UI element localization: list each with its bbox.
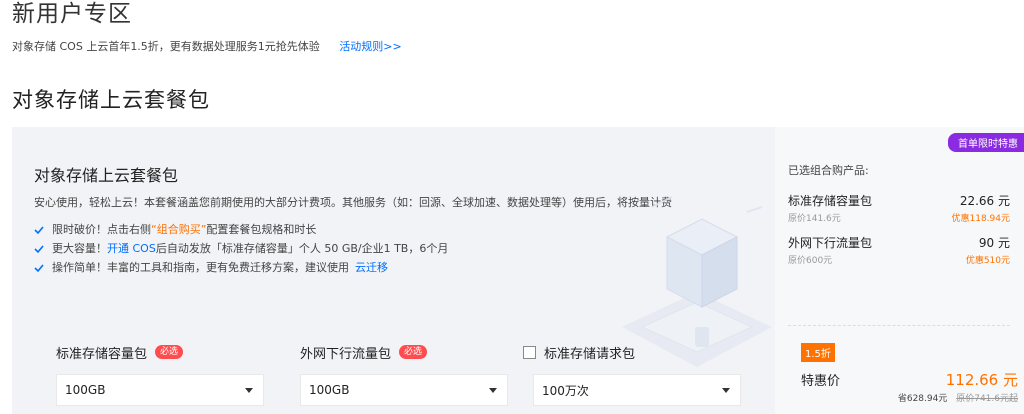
check-icon [34,263,44,272]
activate-cos-link[interactable]: 开通 COS [107,239,156,258]
storage-request-field: 标准存储请求包 100万次 [523,342,741,406]
original-total: 原价741.6元起 [956,394,1018,404]
field-label: 标准存储容量包 必选 [56,342,264,362]
item-price: 22.66 元 [959,193,1010,208]
special-price-label: 特惠价 [801,374,841,389]
field-label-text: 标准存储请求包 [544,346,636,362]
caret-down-icon [245,387,253,393]
discount-badge: 1.5折 [801,343,835,362]
summary-item-main: 外网下行流量包 90 元 [788,233,1010,251]
feature-list: 限时破价！点击右侧 “组合购买” 配置套餐包规格和时长 更大容量！ 开通 COS 后自动… [34,220,448,277]
feature-text: 限时破价！点击右侧 [52,223,151,236]
required-badge: 必选 [155,345,184,359]
first-order-flag: 首单限时特惠 [948,133,1024,152]
select-value: 100万次 [542,383,589,398]
summary-heading: 已选组合购产品: [788,164,869,177]
select-value: 100GB [65,383,106,397]
combo-purchase-link[interactable]: “组合购买” [151,220,206,239]
feature-text: 更大容量！ [52,242,107,255]
feature-text: 后自动发放「标准存储容量」个人 50 GB/企业1 TB，6个月 [155,242,449,255]
activity-rules-link[interactable]: 活动规则>> [339,40,401,53]
field-label: 标准存储请求包 [523,342,741,362]
storage-capacity-field: 标准存储容量包 必选 100GB [56,342,264,406]
section-title: 对象存储上云套餐包 [12,88,210,112]
savings-row: 省628.94元 原价741.6元起 [898,391,1018,404]
storage-capacity-select[interactable]: 100GB [56,374,264,406]
feature-item: 操作简单！丰富的工具和指南，更有免费迁移方案，建议使用 云迁移 [34,258,448,277]
caret-down-icon [489,387,497,393]
required-badge: 必选 [399,345,428,359]
feature-item: 更大容量！ 开通 COS 后自动发放「标准存储容量」个人 50 GB/企业1 TB，… [34,239,448,258]
summary-item: 标准存储容量包 22.66 元 原价141.6元 优惠118.94元 [788,191,1010,225]
caret-down-icon [722,387,730,393]
outbound-traffic-field: 外网下行流量包 必选 100GB [300,342,508,406]
promo-text: 对象存储 COS 上云首年1.5折，更有数据处理服务1元抢先体验 [12,40,320,53]
outbound-traffic-select[interactable]: 100GB [300,374,508,406]
item-discount: 优惠510元 [965,255,1010,266]
item-name: 标准存储容量包 [788,193,873,208]
field-label: 外网下行流量包 必选 [300,342,508,362]
card-main: 对象存储上云套餐包 安心使用，轻松上云！本套餐涵盖您前期使用的大部分计费项。其他… [12,127,775,414]
feature-text: 配置套餐包规格和时长 [206,223,317,236]
item-discount: 优惠118.94元 [951,213,1011,224]
check-icon [34,225,44,234]
summary-item: 外网下行流量包 90 元 原价600元 优惠510元 [788,233,1010,267]
check-icon [34,244,44,253]
storage-request-checkbox[interactable] [523,345,536,359]
summary-item-sub: 原价141.6元 优惠118.94元 [788,209,1010,225]
item-original-price: 原价141.6元 [788,213,841,224]
card-description: 安心使用，轻松上云！本套餐涵盖您前期使用的大部分计费项。其他服务（如：回源、全球… [34,196,672,209]
summary-item-main: 标准存储容量包 22.66 元 [788,191,1010,209]
card-summary: 首单限时特惠 已选组合购产品: 标准存储容量包 22.66 元 原价141.6元… [775,127,1024,414]
item-original-price: 原价600元 [788,255,833,266]
dashed-divider [788,325,1010,326]
field-label-text: 标准存储容量包 [56,346,148,362]
storage-request-select[interactable]: 100万次 [533,374,741,406]
savings-amount: 省628.94元 [897,394,948,404]
special-price: 112.66 元 [945,371,1018,389]
feature-text: 操作简单！丰富的工具和指南，更有免费迁移方案，建议使用 [52,261,349,274]
item-price: 90 元 [978,235,1010,250]
promo-line: 对象存储 COS 上云首年1.5折，更有数据处理服务1元抢先体验 活动规则>> [12,38,402,54]
package-card: 对象存储上云套餐包 安心使用，轻松上云！本套餐涵盖您前期使用的大部分计费项。其他… [12,127,1024,414]
field-label-text: 外网下行流量包 [300,346,392,362]
select-value: 100GB [309,383,350,397]
feature-item: 限时破价！点击右侧 “组合购买” 配置套餐包规格和时长 [34,220,448,239]
cloud-migration-link[interactable]: 云迁移 [355,258,388,277]
summary-item-sub: 原价600元 优惠510元 [788,251,1010,267]
page-heading: 新用户专区 [12,1,132,27]
item-name: 外网下行流量包 [788,235,873,250]
card-title: 对象存储上云套餐包 [34,166,179,185]
